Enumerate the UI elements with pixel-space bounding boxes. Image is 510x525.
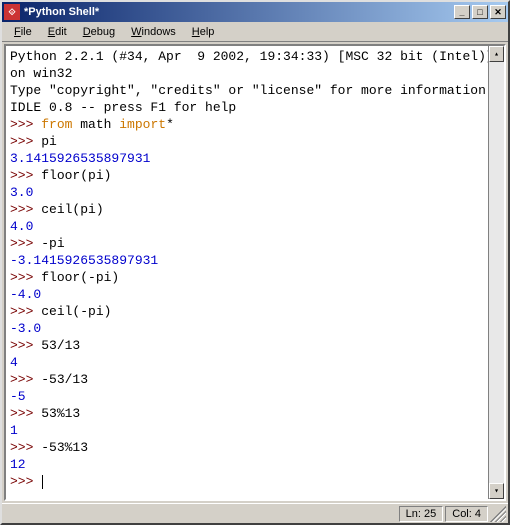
output: 4.0 bbox=[10, 219, 33, 234]
app-window: ⟐ *Python Shell* _ □ ✕ File Edit Debug W… bbox=[0, 0, 510, 525]
prompt: >>> bbox=[10, 117, 41, 132]
menu-edit[interactable]: Edit bbox=[40, 24, 75, 40]
menubar: File Edit Debug Windows Help bbox=[2, 22, 508, 42]
code: * bbox=[166, 117, 174, 132]
status-col: Col: 4 bbox=[445, 506, 488, 522]
prompt: >>> bbox=[10, 304, 41, 319]
content-wrap: Python 2.2.1 (#34, Apr 9 2002, 19:34:33)… bbox=[2, 42, 508, 503]
output: 3.1415926535897931 bbox=[10, 151, 150, 166]
menu-file[interactable]: File bbox=[6, 24, 40, 40]
code: ceil(-pi) bbox=[41, 304, 111, 319]
close-button[interactable]: ✕ bbox=[490, 5, 506, 19]
app-icon: ⟐ bbox=[4, 4, 20, 20]
scroll-up-icon[interactable]: ▴ bbox=[489, 46, 504, 62]
keyword: from bbox=[41, 117, 72, 132]
status-line: Ln: 25 bbox=[399, 506, 444, 522]
output: 1 bbox=[10, 423, 18, 438]
code: ceil(pi) bbox=[41, 202, 103, 217]
shell-area[interactable]: Python 2.2.1 (#34, Apr 9 2002, 19:34:33)… bbox=[4, 44, 506, 501]
output: -5 bbox=[10, 389, 26, 404]
banner-text: IDLE 0.8 -- press F1 for help bbox=[10, 100, 236, 115]
banner-text: Type "copyright", "credits" or "license"… bbox=[10, 83, 494, 98]
keyword: import bbox=[119, 117, 166, 132]
prompt: >>> bbox=[10, 202, 41, 217]
output: 4 bbox=[10, 355, 18, 370]
prompt: >>> bbox=[10, 168, 41, 183]
resize-grip[interactable] bbox=[490, 506, 506, 522]
code: -53/13 bbox=[41, 372, 88, 387]
banner-text: Python 2.2.1 (#34, Apr 9 2002, 19:34:33)… bbox=[10, 49, 502, 81]
menu-help[interactable]: Help bbox=[184, 24, 223, 40]
code: 53%13 bbox=[41, 406, 80, 421]
minimize-button[interactable]: _ bbox=[454, 5, 470, 19]
titlebar: ⟐ *Python Shell* _ □ ✕ bbox=[2, 2, 508, 22]
prompt: >>> bbox=[10, 372, 41, 387]
prompt: >>> bbox=[10, 236, 41, 251]
prompt: >>> bbox=[10, 134, 41, 149]
code: floor(pi) bbox=[41, 168, 111, 183]
prompt: >>> bbox=[10, 474, 41, 489]
code: pi bbox=[41, 134, 57, 149]
output: -3.0 bbox=[10, 321, 41, 336]
prompt: >>> bbox=[10, 338, 41, 353]
output: 12 bbox=[10, 457, 26, 472]
output: -3.1415926535897931 bbox=[10, 253, 158, 268]
code: floor(-pi) bbox=[41, 270, 119, 285]
prompt: >>> bbox=[10, 440, 41, 455]
code: -pi bbox=[41, 236, 64, 251]
scroll-down-icon[interactable]: ▾ bbox=[489, 483, 504, 499]
module: math bbox=[72, 117, 119, 132]
output: 3.0 bbox=[10, 185, 33, 200]
window-title: *Python Shell* bbox=[24, 6, 454, 18]
scrollbar[interactable]: ▴ ▾ bbox=[488, 46, 504, 499]
output: -4.0 bbox=[10, 287, 41, 302]
code: 53/13 bbox=[41, 338, 80, 353]
maximize-button[interactable]: □ bbox=[472, 5, 488, 19]
scroll-track[interactable] bbox=[489, 62, 504, 483]
statusbar: Ln: 25 Col: 4 bbox=[2, 503, 508, 523]
text-cursor bbox=[42, 475, 43, 489]
window-controls: _ □ ✕ bbox=[454, 5, 506, 19]
prompt: >>> bbox=[10, 270, 41, 285]
code: -53%13 bbox=[41, 440, 88, 455]
prompt: >>> bbox=[10, 406, 41, 421]
menu-windows[interactable]: Windows bbox=[123, 24, 184, 40]
menu-debug[interactable]: Debug bbox=[75, 24, 123, 40]
